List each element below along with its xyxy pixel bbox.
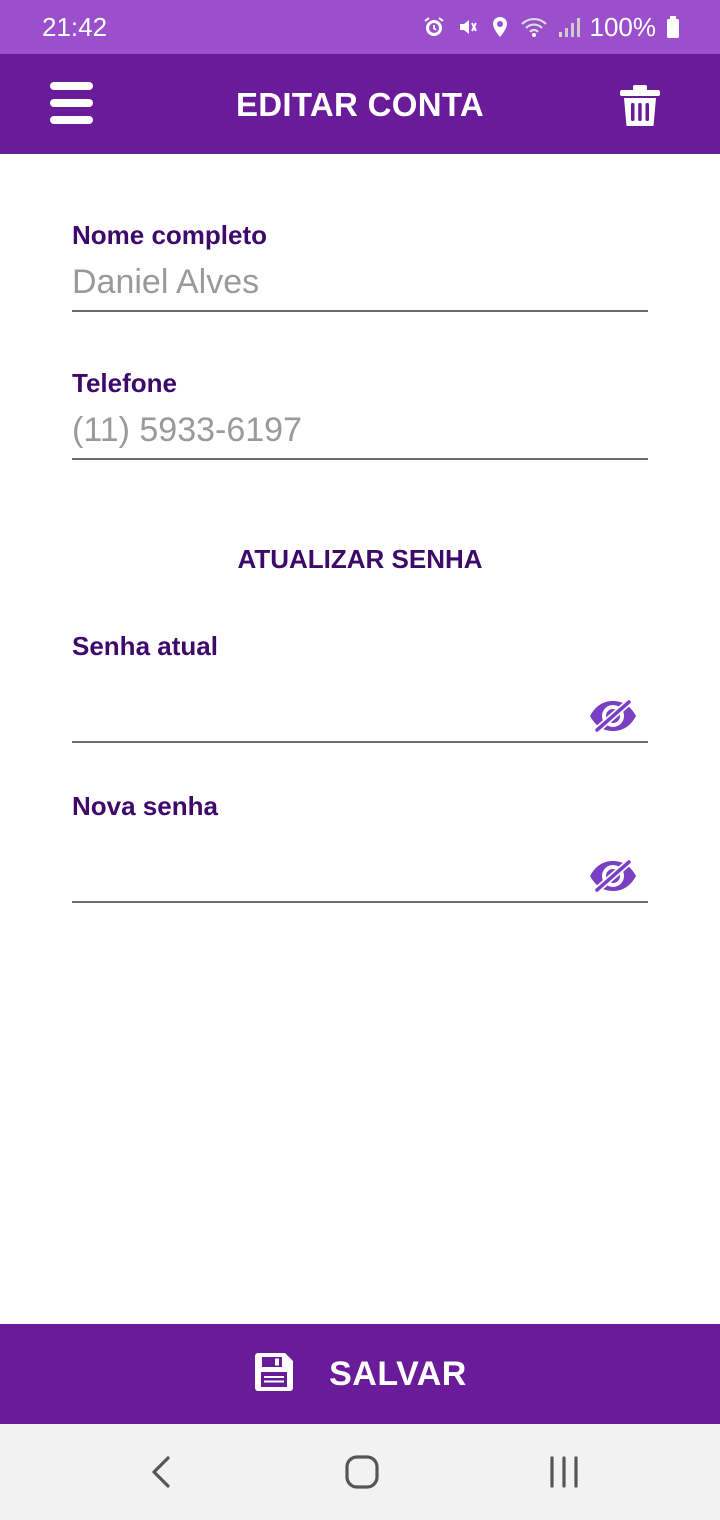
phone-field-group: Telefone (72, 368, 648, 460)
name-field-group: Nome completo (72, 220, 648, 312)
phone-label: Telefone (72, 368, 177, 398)
new-password-input[interactable] (72, 831, 648, 903)
phone-input[interactable] (72, 408, 648, 460)
status-icons: 100% (422, 12, 681, 43)
back-icon[interactable] (148, 1454, 172, 1495)
wifi-icon (520, 15, 548, 39)
floppy-disk-icon (253, 1351, 295, 1398)
battery-icon (666, 15, 680, 39)
page-title: EDITAR CONTA (235, 86, 485, 123)
home-icon[interactable] (344, 1454, 380, 1495)
save-button[interactable]: SALVAR (0, 1324, 720, 1424)
battery-percentage: 100% (589, 11, 657, 42)
new-password-label: Nova senha (72, 791, 218, 821)
alarm-icon (422, 15, 446, 39)
name-input[interactable] (72, 260, 648, 312)
status-bar: 21:42 100% (0, 0, 720, 54)
new-password-field-group: Nova senha (72, 791, 648, 903)
trash-icon[interactable] (618, 84, 662, 128)
current-password-label: Senha atual (72, 631, 218, 661)
current-password-input[interactable] (72, 671, 648, 743)
eye-off-icon[interactable] (588, 858, 638, 894)
current-password-field-group: Senha atual (72, 631, 648, 743)
signal-icon (558, 15, 580, 39)
update-password-heading: ATUALIZAR SENHA (237, 544, 483, 574)
name-label: Nome completo (72, 220, 268, 250)
app-bar: EDITAR CONTA (0, 54, 720, 154)
location-icon (490, 15, 510, 39)
recents-icon[interactable] (548, 1454, 580, 1495)
eye-off-icon[interactable] (588, 698, 638, 734)
save-button-label: SALVAR (329, 1354, 467, 1393)
mute-vibrate-icon (456, 15, 480, 39)
system-nav-bar (0, 1424, 720, 1520)
status-time: 21:42 (42, 11, 108, 42)
edit-account-form: Nome completo Telefone ATUALIZAR SENHA S… (72, 220, 648, 903)
